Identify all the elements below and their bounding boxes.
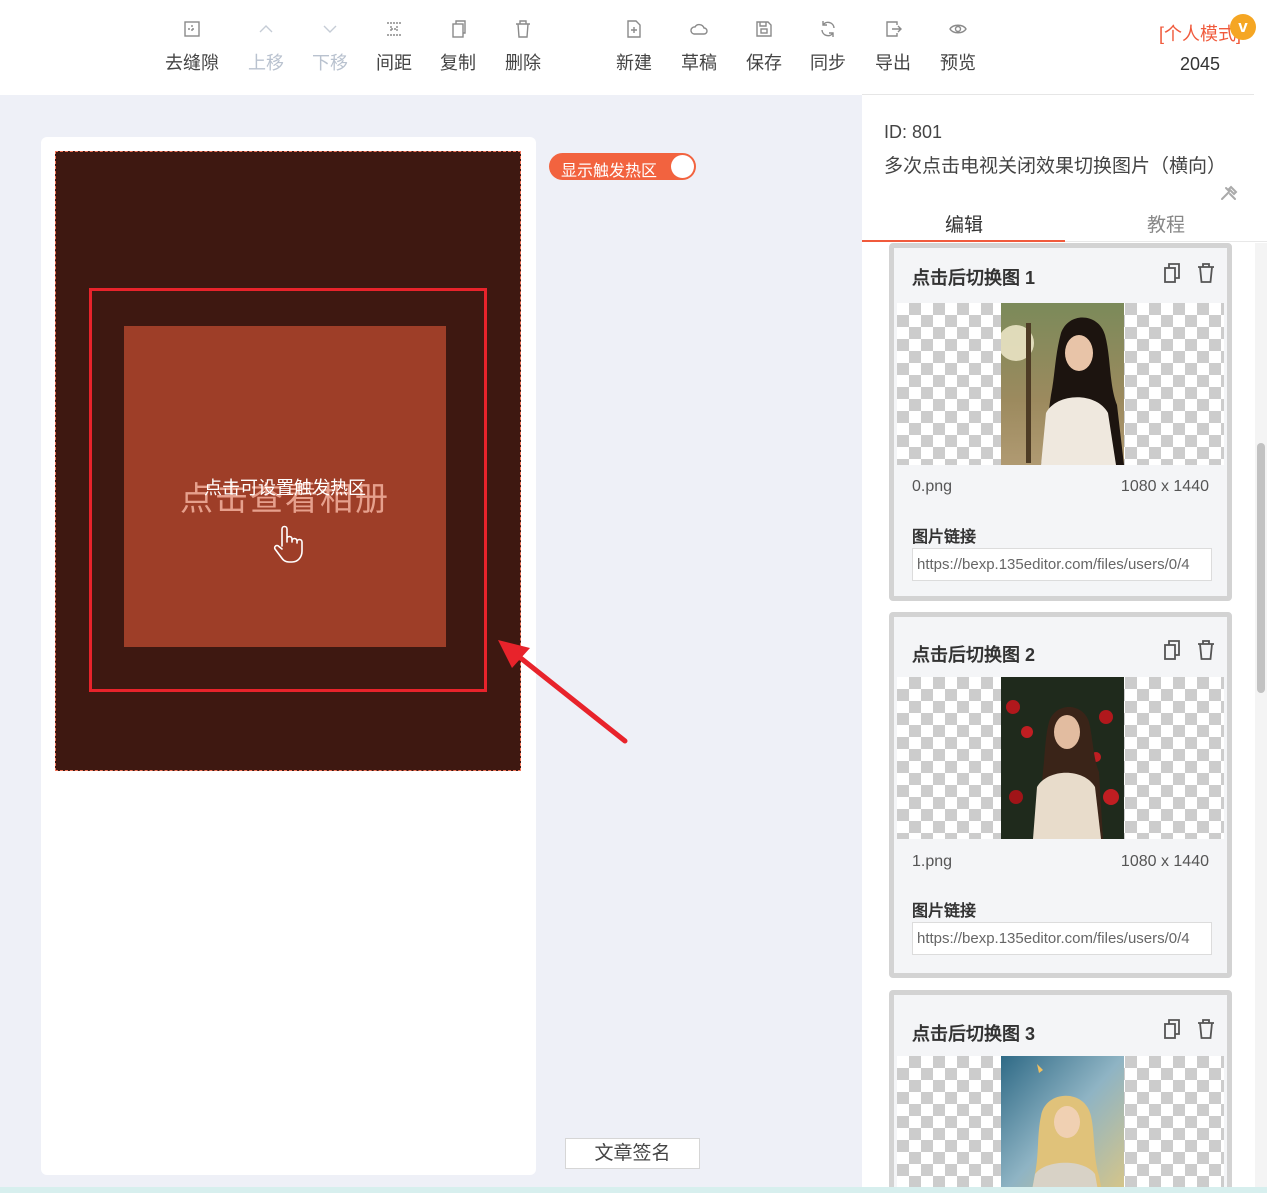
image-preview[interactable] bbox=[897, 1056, 1224, 1193]
show-hot-zone-toggle[interactable]: 显示触发热区 bbox=[549, 153, 696, 180]
portrait-photo bbox=[1001, 677, 1124, 839]
file-dimensions: 1080 x 1440 bbox=[1120, 478, 1209, 495]
trash-icon bbox=[495, 20, 551, 42]
new-file-icon bbox=[606, 20, 662, 42]
spacing-icon bbox=[366, 20, 422, 42]
copy-icon[interactable] bbox=[1162, 262, 1182, 284]
image-card-3: 点击后切换图 3 bbox=[889, 990, 1232, 1193]
scrollbar-thumb[interactable] bbox=[1257, 443, 1265, 693]
portrait-photo bbox=[1001, 1056, 1124, 1193]
image-preview[interactable] bbox=[897, 677, 1224, 839]
copy-icon bbox=[430, 20, 486, 42]
link-label: 图片链接 bbox=[912, 903, 977, 920]
export-button[interactable]: 导出 bbox=[865, 20, 921, 75]
sync-button[interactable]: 同步 bbox=[800, 20, 856, 75]
article-signature-button[interactable]: 文章签名 bbox=[565, 1138, 700, 1169]
gap-remove-icon bbox=[164, 20, 220, 42]
toggle-knob bbox=[671, 155, 694, 178]
copy-icon[interactable] bbox=[1162, 639, 1182, 661]
active-tab-indicator bbox=[862, 240, 1065, 242]
trash-icon[interactable] bbox=[1196, 1018, 1216, 1040]
toggle-label: 显示触发热区 bbox=[561, 163, 658, 180]
eye-icon bbox=[930, 20, 986, 42]
new-button[interactable]: 新建 bbox=[606, 20, 662, 75]
save-icon bbox=[736, 20, 792, 42]
card-title: 点击后切换图 2 bbox=[912, 645, 1036, 665]
mode-number: 2045 bbox=[1179, 54, 1221, 74]
bottom-strip bbox=[0, 1187, 1267, 1193]
image-link-input[interactable]: https://bexp.135editor.com/files/users/0… bbox=[912, 922, 1212, 955]
image-card-2: 点击后切换图 2 1.png 1080 x 1440 图片链接 https://… bbox=[889, 612, 1232, 978]
top-toolbar: 去缝隙 上移 下移 间距 复制 删除 新建 草稿 保存 同步 导出 预览 [个人… bbox=[0, 0, 1267, 95]
delete-button[interactable]: 删除 bbox=[495, 20, 551, 75]
sync-icon bbox=[800, 20, 856, 42]
spacing-button[interactable]: 间距 bbox=[366, 20, 422, 75]
image-link-input[interactable]: https://bexp.135editor.com/files/users/0… bbox=[912, 548, 1212, 581]
hand-pointer-icon bbox=[273, 525, 303, 563]
tab-tutorial[interactable]: 教程 bbox=[1147, 210, 1185, 237]
move-down-icon bbox=[302, 20, 358, 42]
move-up-icon bbox=[238, 20, 294, 42]
trash-icon[interactable] bbox=[1196, 639, 1216, 661]
preview-button[interactable]: 预览 bbox=[930, 20, 986, 75]
image-card-1: 点击后切换图 1 0.png 1080 x 1440 图片链接 https://… bbox=[889, 243, 1232, 601]
portrait-photo bbox=[1001, 303, 1124, 465]
hot-zone-hint: 点击可设置触发热区 bbox=[204, 478, 366, 498]
copy-button[interactable]: 复制 bbox=[430, 20, 486, 75]
file-dimensions: 1080 x 1440 bbox=[1120, 853, 1209, 870]
tools-icon[interactable] bbox=[1220, 185, 1238, 201]
draft-button[interactable]: 草稿 bbox=[671, 20, 727, 75]
remove-gap-button[interactable]: 去缝隙 bbox=[164, 20, 220, 75]
file-name: 0.png bbox=[912, 478, 953, 495]
cloud-icon bbox=[671, 20, 727, 42]
tab-edit[interactable]: 编辑 bbox=[945, 210, 983, 237]
copy-icon[interactable] bbox=[1162, 1018, 1182, 1040]
move-up-button[interactable]: 上移 bbox=[238, 20, 294, 75]
card-title: 点击后切换图 3 bbox=[912, 1024, 1036, 1044]
personal-mode-switch[interactable]: [个人模式] v 2045 bbox=[1150, 14, 1256, 75]
template-id: ID: 801 bbox=[884, 122, 943, 142]
card-title: 点击后切换图 1 bbox=[912, 268, 1036, 288]
move-down-button[interactable]: 下移 bbox=[302, 20, 358, 75]
file-name: 1.png bbox=[912, 853, 953, 870]
scrollbar-track[interactable] bbox=[1255, 243, 1267, 1193]
image-preview[interactable] bbox=[897, 303, 1224, 465]
panel-tabs: 编辑 教程 bbox=[862, 200, 1267, 242]
red-arrow-icon bbox=[498, 640, 628, 744]
link-label: 图片链接 bbox=[912, 529, 977, 546]
export-icon bbox=[865, 20, 921, 42]
template-title: 多次点击电视关闭效果切换图片（横向） bbox=[884, 156, 1227, 177]
vip-badge-icon: v bbox=[1230, 14, 1256, 40]
save-button[interactable]: 保存 bbox=[736, 20, 792, 75]
trash-icon[interactable] bbox=[1196, 262, 1216, 284]
